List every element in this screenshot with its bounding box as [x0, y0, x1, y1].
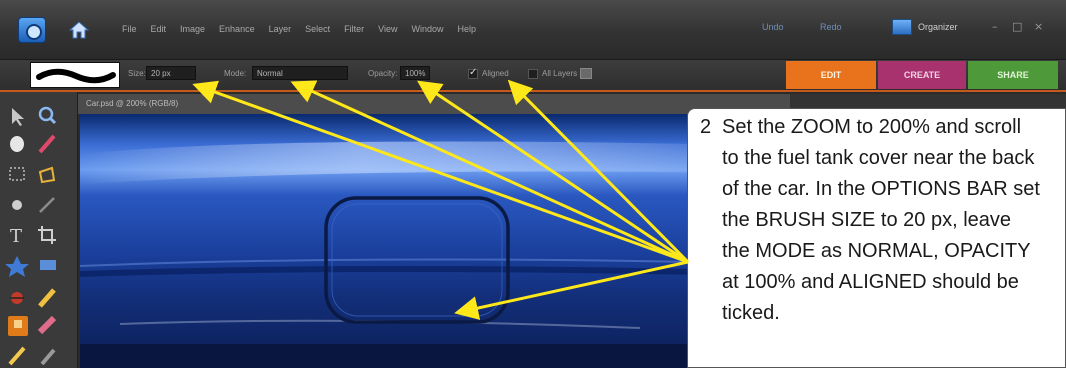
menu-view[interactable]: View: [378, 24, 397, 34]
eyedropper-icon[interactable]: [38, 134, 56, 154]
aligned-label: Aligned: [482, 69, 509, 78]
close-button[interactable]: ×: [1034, 20, 1043, 33]
crop-icon[interactable]: [38, 226, 56, 244]
opacity-field[interactable]: 100%: [400, 66, 430, 80]
menu-layer[interactable]: Layer: [269, 24, 292, 34]
step-number: 2: [700, 116, 712, 138]
type-icon[interactable]: T: [10, 226, 22, 247]
brush-icon[interactable]: [8, 346, 26, 366]
all-layers-label: All Layers: [542, 69, 578, 78]
document-tab[interactable]: Car.psd @ 200% (RGB/8): [78, 94, 790, 114]
eraser-icon[interactable]: [37, 315, 57, 335]
menu-window[interactable]: Window: [411, 24, 443, 34]
callout-line-4: the BRUSH SIZE to 20 px, leave: [722, 209, 1012, 231]
menu-filter[interactable]: Filter: [344, 24, 364, 34]
sample-layers-icon[interactable]: [580, 68, 592, 79]
mode-label: Mode:: [224, 69, 247, 78]
menu-enhance[interactable]: Enhance: [219, 24, 255, 34]
tools-panel: T: [0, 92, 78, 368]
menu-image[interactable]: Image: [180, 24, 205, 34]
lasso-icon[interactable]: [38, 166, 56, 184]
magic-wand-icon[interactable]: [39, 197, 55, 213]
redo-button[interactable]: Redo: [820, 22, 842, 32]
minimize-button[interactable]: –: [992, 20, 998, 33]
callout-line-5: the MODE as NORMAL, OPACITY: [722, 240, 1031, 262]
instruction-callout: 2 Set the ZOOM to 200% and scroll to the…: [687, 108, 1066, 368]
home-icon[interactable]: [68, 20, 90, 40]
restore-button[interactable]: □: [1012, 20, 1022, 33]
size-label: Size:: [128, 69, 146, 78]
healing-brush-icon[interactable]: [38, 288, 56, 308]
move-icon[interactable]: [12, 108, 24, 126]
quick-selection-icon[interactable]: [12, 200, 22, 210]
marquee-icon[interactable]: [9, 167, 25, 181]
organizer-icon[interactable]: [892, 19, 912, 35]
brush-preview[interactable]: [30, 62, 120, 88]
menu-help[interactable]: Help: [457, 24, 476, 34]
menu-file[interactable]: File: [122, 24, 137, 34]
zoom-icon[interactable]: [38, 106, 57, 125]
tab-edit[interactable]: EDIT: [786, 61, 876, 89]
tab-create[interactable]: CREATE: [878, 61, 966, 89]
application-menubar: File Edit Image Enhance Layer Select Fil…: [0, 0, 1066, 60]
document-title: Car.psd @ 200% (RGB/8): [86, 99, 179, 108]
aligned-checkbox[interactable]: [468, 67, 478, 79]
opacity-label: Opacity:: [368, 69, 398, 78]
all-layers-checkbox[interactable]: [528, 69, 538, 79]
mode-dropdown[interactable]: Normal: [252, 66, 348, 80]
size-field[interactable]: 20 px: [146, 66, 196, 80]
car-photo: [80, 114, 790, 368]
callout-line-6: at 100% and ALIGNED should be: [722, 271, 1019, 293]
tab-share[interactable]: SHARE: [968, 61, 1058, 89]
svg-text:T: T: [10, 226, 22, 247]
straighten-icon[interactable]: [40, 260, 56, 270]
organizer-button[interactable]: Organizer: [918, 22, 958, 32]
photoshop-elements-logo-icon: [18, 17, 46, 43]
undo-button[interactable]: Undo: [762, 22, 784, 32]
cookie-cutter-icon[interactable]: [5, 256, 29, 277]
menu-edit[interactable]: Edit: [151, 24, 167, 34]
menu-select[interactable]: Select: [305, 24, 330, 34]
clone-stamp-icon[interactable]: [8, 316, 28, 336]
callout-line-2: to the fuel tank cover near the back: [722, 147, 1035, 169]
callout-line-3: of the car. In the OPTIONS BAR set: [722, 178, 1040, 200]
main-menu: File Edit Image Enhance Layer Select Fil…: [122, 24, 476, 34]
red-eye-icon[interactable]: [10, 292, 24, 304]
callout-line-1: Set the ZOOM to 200% and scroll: [722, 116, 1022, 138]
callout-line-7: ticked.: [722, 302, 780, 324]
smart-brush-icon[interactable]: [40, 348, 56, 366]
hand-icon[interactable]: [10, 136, 24, 152]
